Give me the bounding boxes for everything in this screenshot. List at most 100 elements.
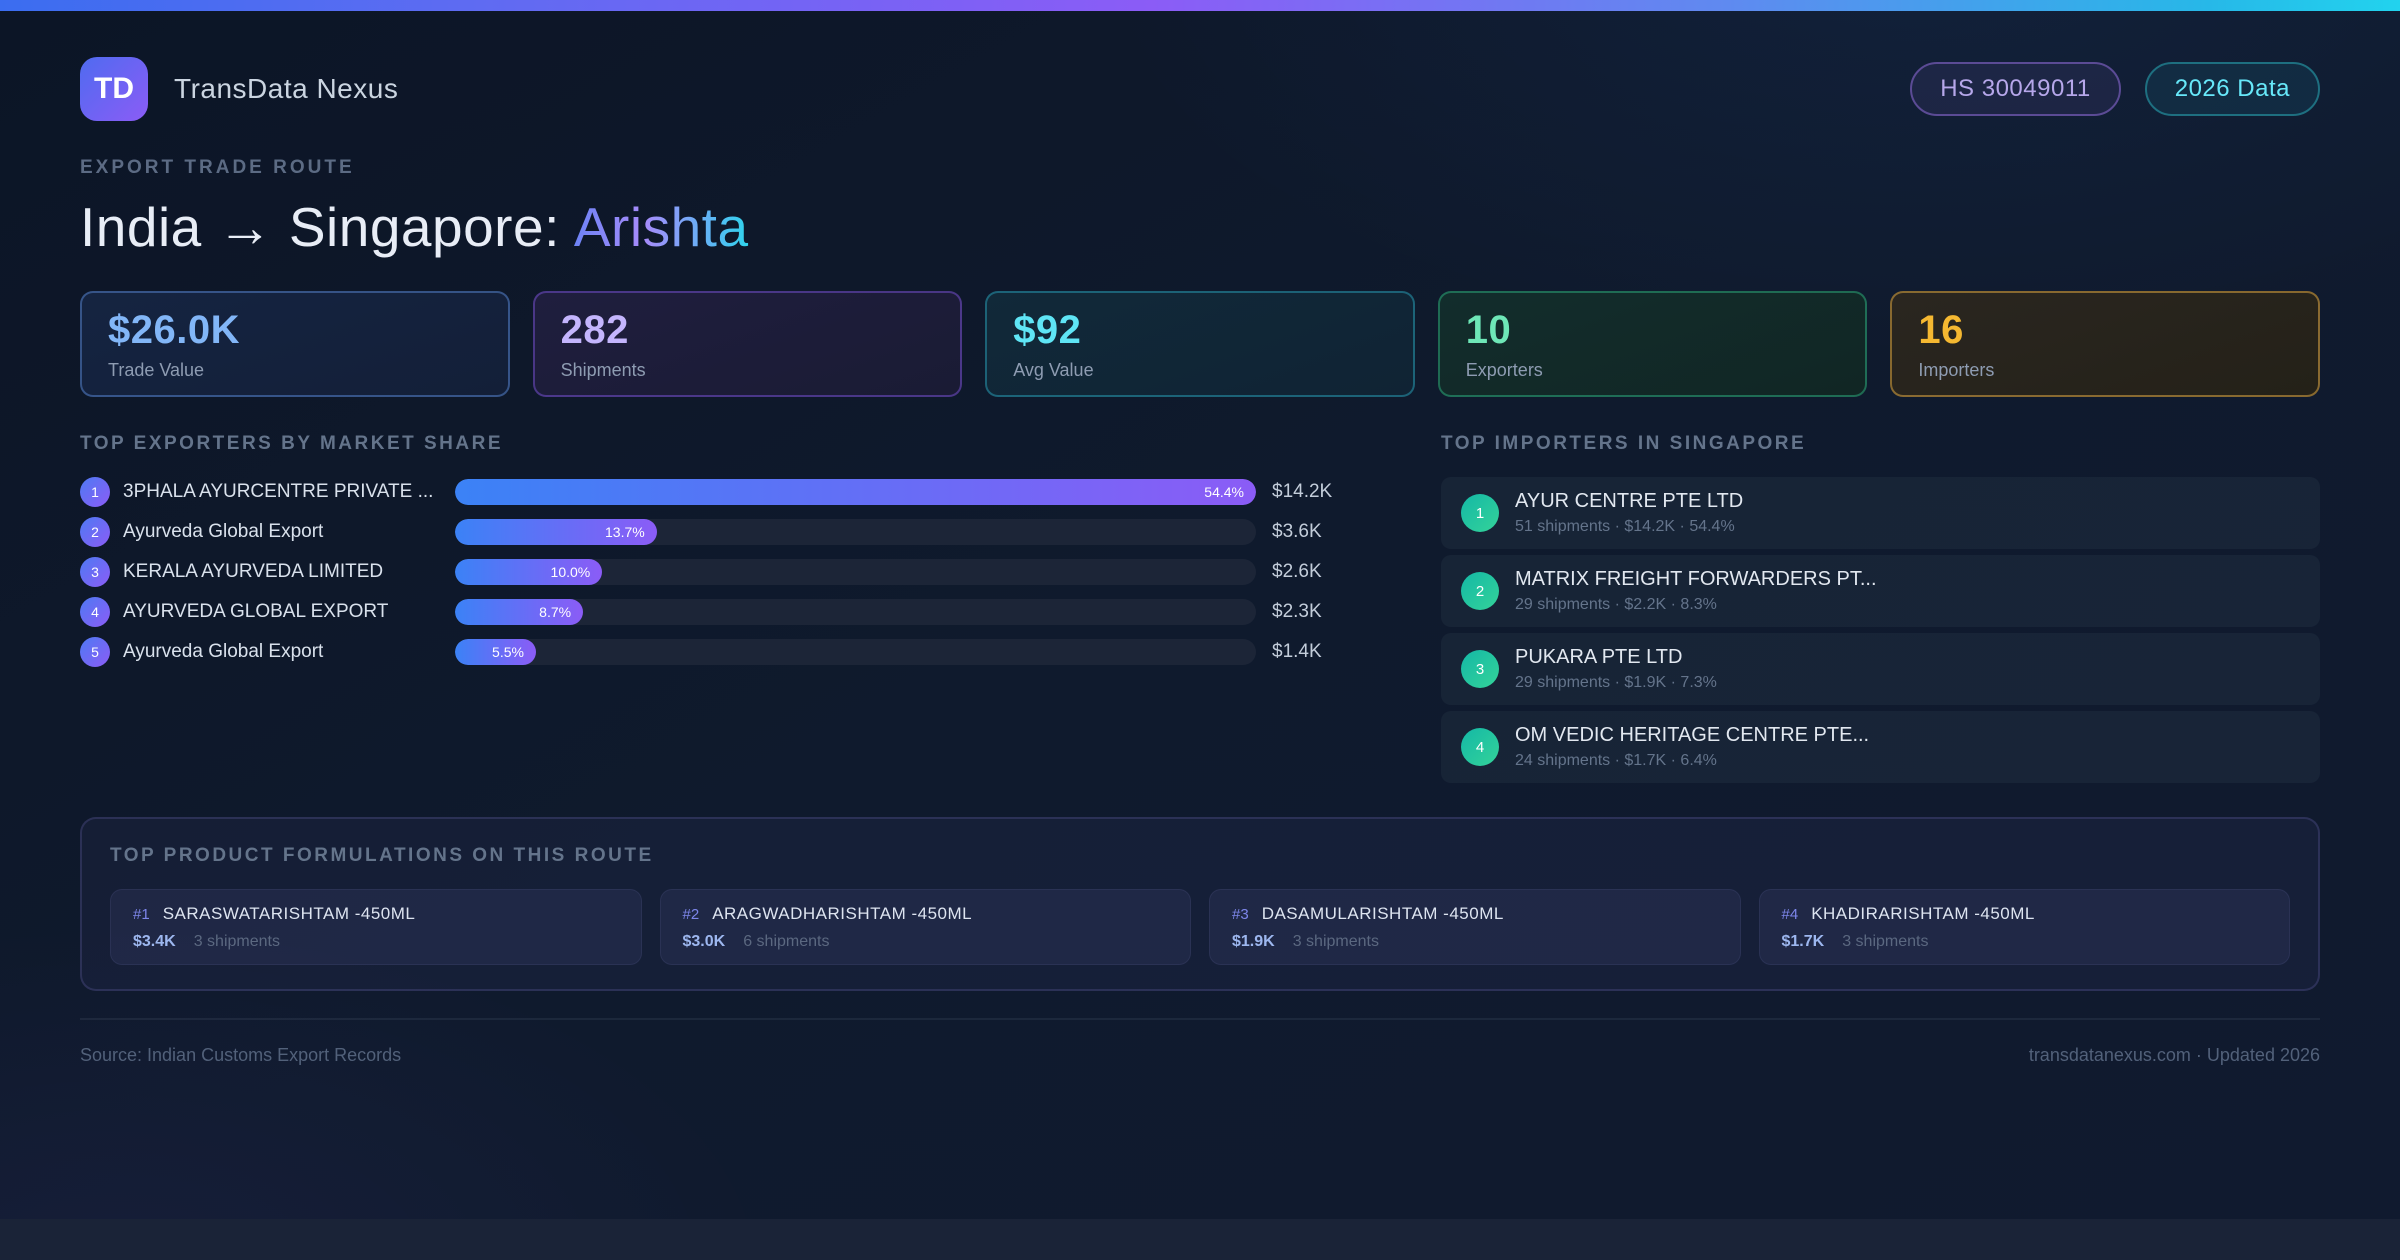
stat-card-exporters: 10 Exporters — [1437, 291, 1868, 397]
importers-heading: TOP IMPORTERS IN SINGAPORE — [1441, 433, 1807, 454]
importer-card[interactable]: 2 MATRIX FREIGHT FORWARDERS PT... 29 shi… — [1441, 555, 2320, 627]
stat-value: $26.0K — [108, 307, 240, 352]
rank-badge: 2 — [1461, 572, 1499, 610]
product-name: DASAMULARISHTAM -450ML — [1261, 903, 1504, 923]
exporter-row[interactable]: 5 Ayurveda Global Export 5.5% $1.4K — [80, 637, 1355, 667]
brand-name: TransData Nexus — [174, 73, 399, 104]
product-card[interactable]: #3 DASAMULARISHTAM -450ML $1.9K 3 shipme… — [1209, 889, 1741, 965]
stat-label: Importers — [1918, 359, 1995, 380]
importer-info: MATRIX FREIGHT FORWARDERS PT... 29 shipm… — [1515, 568, 1877, 614]
market-share-bar: 54.4% — [455, 479, 1256, 505]
rank-badge: 1 — [1461, 494, 1499, 532]
top-accent-bar — [0, 0, 2400, 11]
stat-label: Shipments — [560, 359, 646, 380]
exporter-value: $2.3K — [1272, 601, 1322, 622]
exporter-row[interactable]: 2 Ayurveda Global Export 13.7% $3.6K — [80, 517, 1355, 547]
rank-badge: 1 — [80, 477, 110, 507]
importer-info: OM VEDIC HERITAGE CENTRE PTE... 24 shipm… — [1515, 724, 1869, 770]
stat-label: Trade Value — [108, 359, 205, 380]
exporter-row[interactable]: 4 AYURVEDA GLOBAL EXPORT 8.7% $2.3K — [80, 597, 1355, 627]
stat-card-avg-value: $92 Avg Value — [985, 291, 1415, 397]
stat-card-shipments: 282 Shipments — [532, 291, 963, 397]
exporter-name: 3PHALA AYURCENTRE PRIVATE ... — [123, 481, 434, 502]
hs-code-badge[interactable]: HS 30049011 — [1910, 62, 2121, 116]
exporter-name: AYURVEDA GLOBAL EXPORT — [123, 601, 389, 622]
product-name: ARAGWADHARISHTAM -450ML — [712, 903, 973, 923]
product-header: #4 KHADIRARISHTAM -450ML — [1782, 904, 2268, 924]
exporter-value: $2.6K — [1272, 561, 1322, 582]
stat-label: Avg Value — [1013, 359, 1094, 380]
exporters-bar-chart: 1 3PHALA AYURCENTRE PRIVATE ... 54.4% $1… — [80, 477, 1355, 667]
share-percent-label: 8.7% — [539, 604, 572, 620]
market-share-bar: 10.0% — [455, 559, 603, 585]
product-value: $3.0K — [682, 932, 726, 950]
importer-meta: 24 shipments · $1.7K · 6.4% — [1515, 752, 1717, 769]
product-card[interactable]: #4 KHADIRARISHTAM -450ML $1.7K 3 shipmen… — [1758, 889, 2290, 965]
product-shipments: 3 shipments — [1292, 932, 1379, 950]
share-percent-label: 5.5% — [492, 644, 524, 660]
market-share-bar: 13.7% — [455, 519, 657, 545]
rank-badge: 5 — [80, 637, 110, 667]
stat-card-trade-value: $26.0K Trade Value — [80, 291, 510, 397]
products-section: TOP PRODUCT FORMULATIONS ON THIS ROUTE #… — [80, 817, 2320, 991]
importer-info: PUKARA PTE LTD 29 shipments · $1.9K · 7.… — [1515, 646, 1717, 692]
product-stats: $3.4K 3 shipments — [133, 933, 619, 951]
product-rank: #3 — [1232, 905, 1249, 923]
product-rank: #2 — [682, 905, 700, 923]
product-shipments: 6 shipments — [743, 932, 830, 950]
exporters-section: TOP EXPORTERS BY MARKET SHARE 1 3PHALA A… — [80, 433, 1355, 677]
product-card[interactable]: #2 ARAGWADHARISHTAM -450ML $3.0K 6 shipm… — [659, 889, 1191, 965]
eyebrow-label: EXPORT TRADE ROUTE — [80, 157, 355, 178]
product-value: $1.9K — [1232, 932, 1275, 950]
share-percent-label: 13.7% — [605, 524, 645, 540]
rank-badge: 4 — [80, 597, 110, 627]
share-percent-label: 54.4% — [1204, 484, 1244, 500]
product-shipments: 3 shipments — [193, 932, 280, 950]
share-percent-label: 10.0% — [550, 564, 591, 580]
columns: TOP EXPORTERS BY MARKET SHARE 1 3PHALA A… — [80, 433, 2320, 789]
product-value: $3.4K — [133, 932, 176, 950]
importer-card[interactable]: 3 PUKARA PTE LTD 29 shipments · $1.9K · … — [1441, 633, 2320, 705]
footer: Source: Indian Customs Export Records tr… — [80, 1018, 2320, 1066]
product-rank: #1 — [133, 905, 150, 923]
exporter-name: KERALA AYURVEDA LIMITED — [123, 561, 384, 582]
header: TD TransData Nexus HS 30049011 2026 Data — [80, 11, 2320, 121]
product-card[interactable]: #1 SARASWATARISHTAM -450ML $3.4K 3 shipm… — [110, 889, 642, 965]
exporter-row[interactable]: 3 KERALA AYURVEDA LIMITED 10.0% $2.6K — [80, 557, 1355, 587]
importer-card[interactable]: 4 OM VEDIC HERITAGE CENTRE PTE... 24 shi… — [1441, 711, 2320, 783]
product-header: #1 SARASWATARISHTAM -450ML — [133, 904, 619, 924]
importer-info: AYUR CENTRE PTE LTD 51 shipments · $14.2… — [1515, 490, 1743, 536]
product-shipments: 3 shipments — [1842, 932, 1929, 950]
dashboard-page: TD TransData Nexus HS 30049011 2026 Data… — [0, 0, 2400, 1219]
brand: TD TransData Nexus — [80, 57, 398, 121]
importer-meta: 51 shipments · $14.2K · 54.4% — [1515, 518, 1735, 535]
stat-value: 282 — [560, 307, 629, 352]
market-share-bar-track: 5.5% — [455, 639, 1256, 665]
stat-value: 10 — [1465, 307, 1512, 352]
stat-value: $92 — [1013, 307, 1082, 352]
page-title-accent: Arishta — [573, 196, 749, 258]
importers-section: TOP IMPORTERS IN SINGAPORE 1 AYUR CENTRE… — [1441, 433, 2320, 789]
brand-logo: TD — [80, 57, 148, 121]
stat-card-importers: 16 Importers — [1890, 291, 2320, 397]
product-rank: #4 — [1781, 905, 1799, 923]
product-header: #3 DASAMULARISHTAM -450ML — [1232, 904, 1718, 924]
product-stats: $1.9K 3 shipments — [1232, 933, 1718, 951]
exporter-value: $14.2K — [1272, 481, 1333, 502]
importer-card[interactable]: 1 AYUR CENTRE PTE LTD 51 shipments · $14… — [1441, 477, 2320, 549]
exporter-name: Ayurveda Global Export — [123, 521, 324, 542]
market-share-bar-track: 13.7% — [455, 519, 1256, 545]
footer-site: transdatanexus.com · Updated 2026 — [2028, 1045, 2320, 1065]
exporter-name: Ayurveda Global Export — [123, 641, 324, 662]
market-share-bar: 5.5% — [455, 639, 536, 665]
year-badge[interactable]: 2026 Data — [2144, 62, 2320, 116]
exporter-value: $3.6K — [1272, 521, 1322, 542]
exporter-row[interactable]: 1 3PHALA AYURCENTRE PRIVATE ... 54.4% $1… — [80, 477, 1355, 507]
importer-meta: 29 shipments · $1.9K · 7.3% — [1515, 674, 1717, 691]
product-name: KHADIRARISHTAM -450ML — [1811, 903, 2035, 923]
importers-list: 1 AYUR CENTRE PTE LTD 51 shipments · $14… — [1441, 477, 2320, 783]
stat-value: 16 — [1918, 307, 1964, 352]
market-share-bar-track: 8.7% — [455, 599, 1256, 625]
page-title: India → Singapore: Arishta — [80, 195, 2320, 259]
content-container: TD TransData Nexus HS 30049011 2026 Data… — [0, 11, 2400, 1066]
